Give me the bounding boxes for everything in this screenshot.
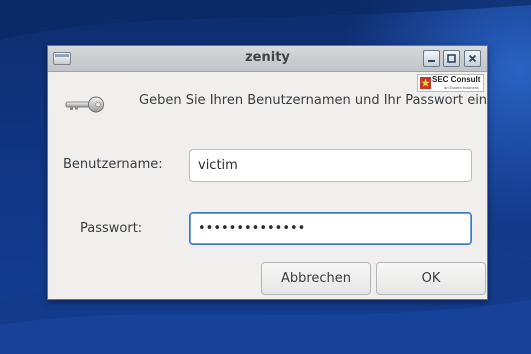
close-icon[interactable] [464, 50, 481, 67]
dialog-prompt: Geben Sie Ihren Benutzernamen und Ihr Pa… [139, 93, 488, 108]
password-field[interactable] [189, 212, 472, 245]
logo-tagline: an Eviden business [444, 85, 479, 90]
username-field[interactable] [189, 149, 472, 182]
cancel-button[interactable]: Abbrechen [261, 262, 371, 295]
minimize-icon[interactable] [423, 50, 440, 67]
logo-name: SEC Consult [432, 75, 481, 84]
star-icon [420, 77, 431, 89]
password-label: Passwort: [80, 221, 143, 236]
zenity-password-dialog: zenity SEC Consult an Eviden business Ge… [47, 45, 488, 300]
title-bar[interactable]: zenity [48, 46, 487, 72]
username-label: Benutzername: [63, 157, 163, 172]
maximize-icon[interactable] [443, 50, 460, 67]
sec-consult-logo: SEC Consult an Eviden business [417, 74, 484, 92]
ok-button[interactable]: OK [376, 262, 486, 295]
window-title: zenity [245, 50, 290, 65]
key-icon [65, 96, 104, 113]
